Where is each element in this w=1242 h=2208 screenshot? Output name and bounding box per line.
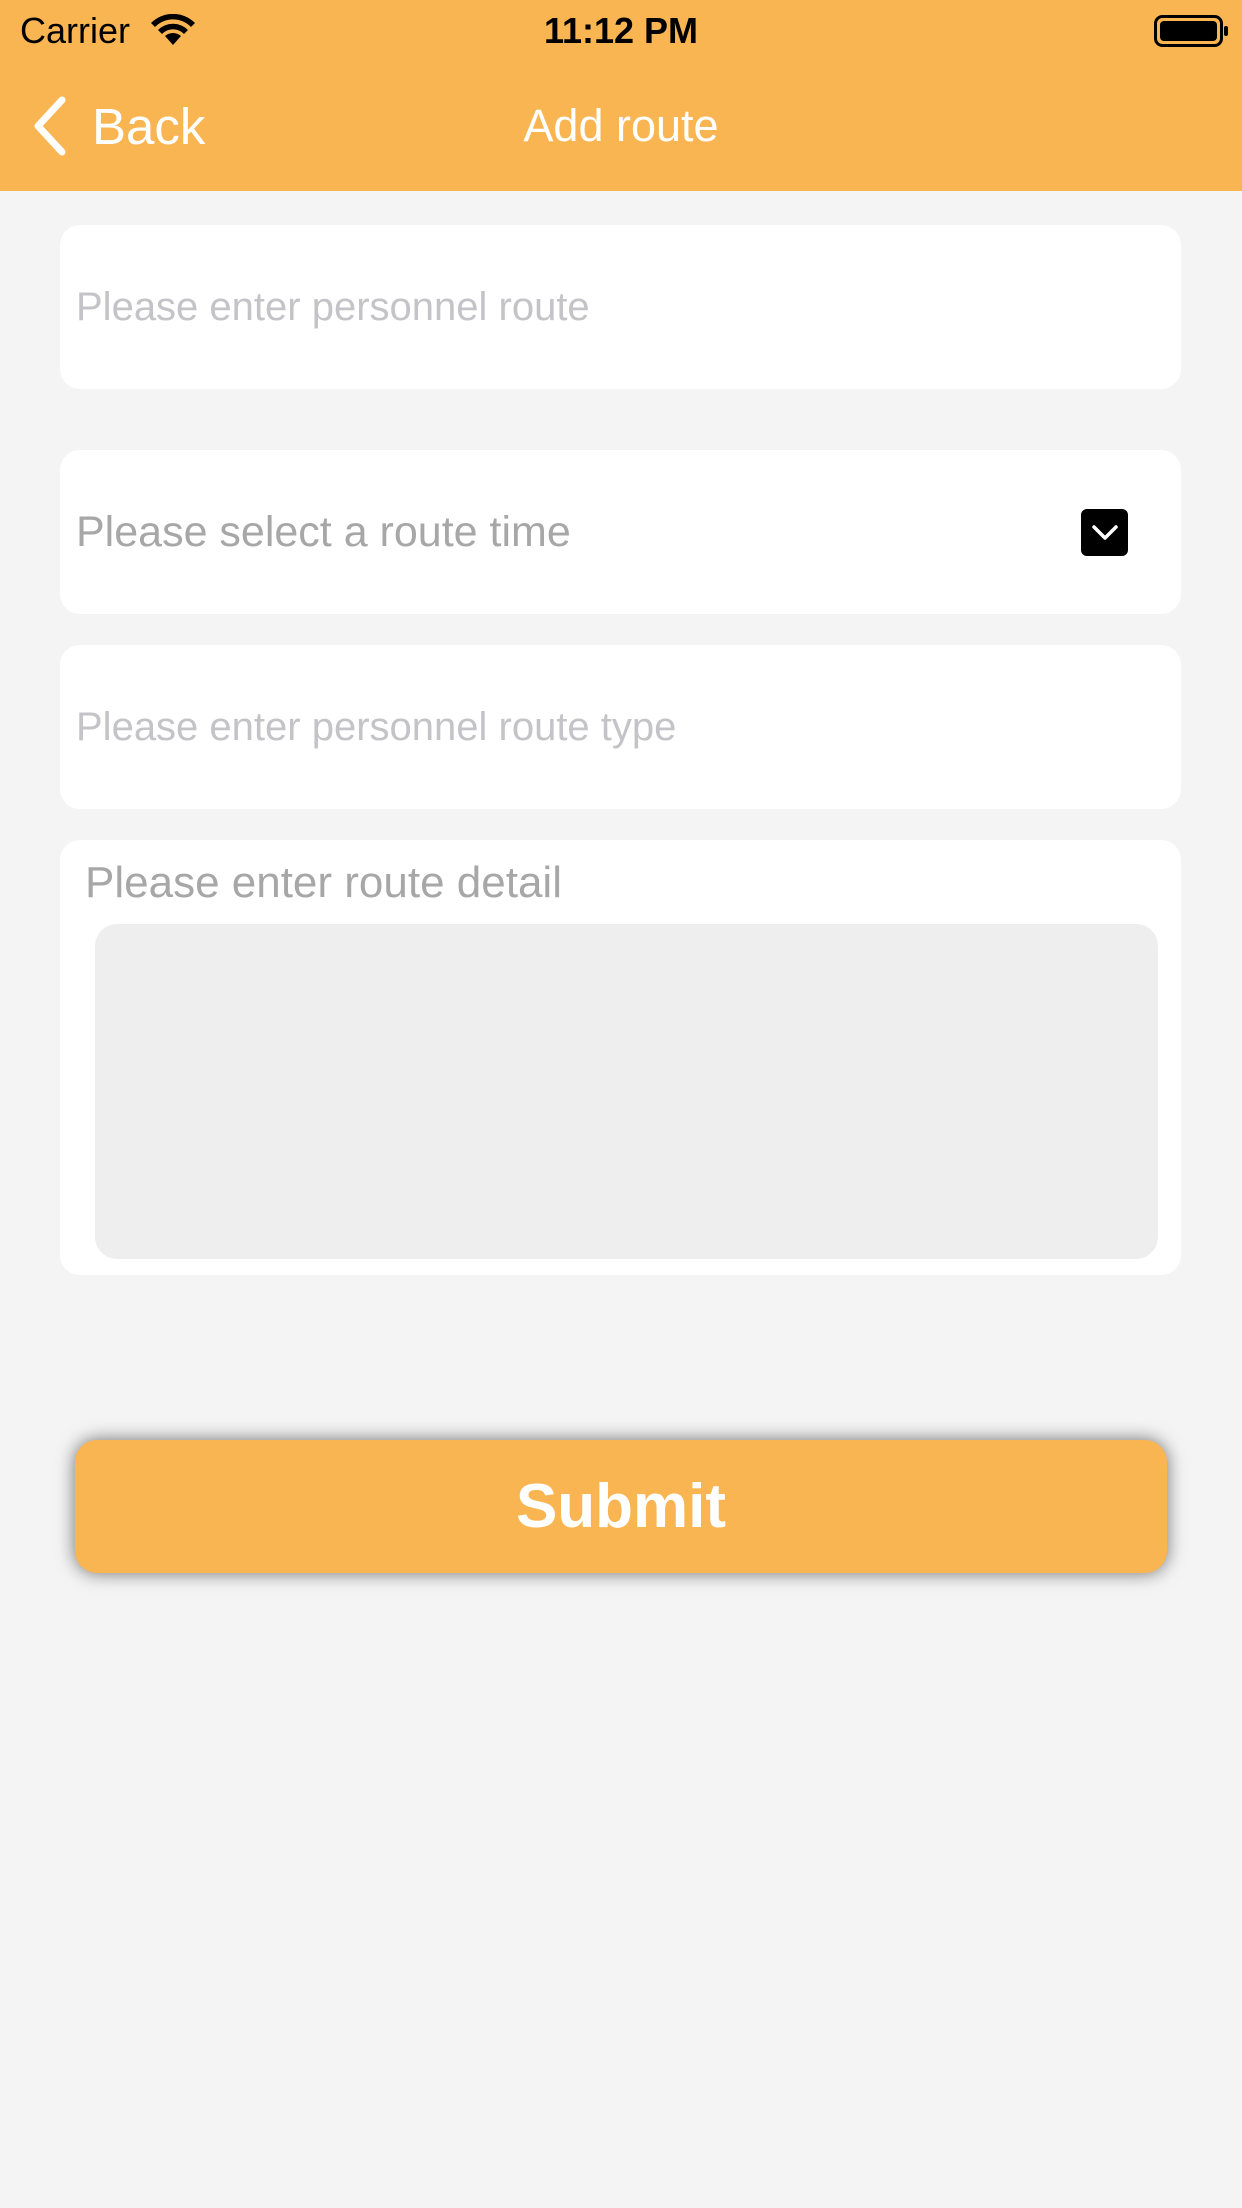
- route-field: [60, 225, 1181, 389]
- route-time-select[interactable]: Please select a route time: [60, 450, 1181, 614]
- status-bar: Carrier 11:12 PM: [0, 0, 1242, 62]
- header: Carrier 11:12 PM Back Add route: [0, 0, 1242, 191]
- chevron-down-icon[interactable]: [1081, 509, 1128, 556]
- route-input[interactable]: [76, 225, 1156, 389]
- route-time-label: Please select a route time: [76, 508, 571, 556]
- page-title: Add route: [523, 100, 719, 151]
- battery-icon: [1154, 15, 1228, 47]
- submit-button[interactable]: Submit: [75, 1440, 1167, 1573]
- status-time: 11:12 PM: [543, 10, 699, 51]
- route-type-input[interactable]: [76, 645, 1156, 809]
- route-type-field: [60, 645, 1181, 809]
- nav-bar: Back Add route: [0, 62, 1242, 191]
- route-detail-textarea[interactable]: [95, 924, 1158, 1259]
- route-detail-card: Please enter route detail: [60, 840, 1181, 1275]
- route-detail-label: Please enter route detail: [85, 858, 562, 907]
